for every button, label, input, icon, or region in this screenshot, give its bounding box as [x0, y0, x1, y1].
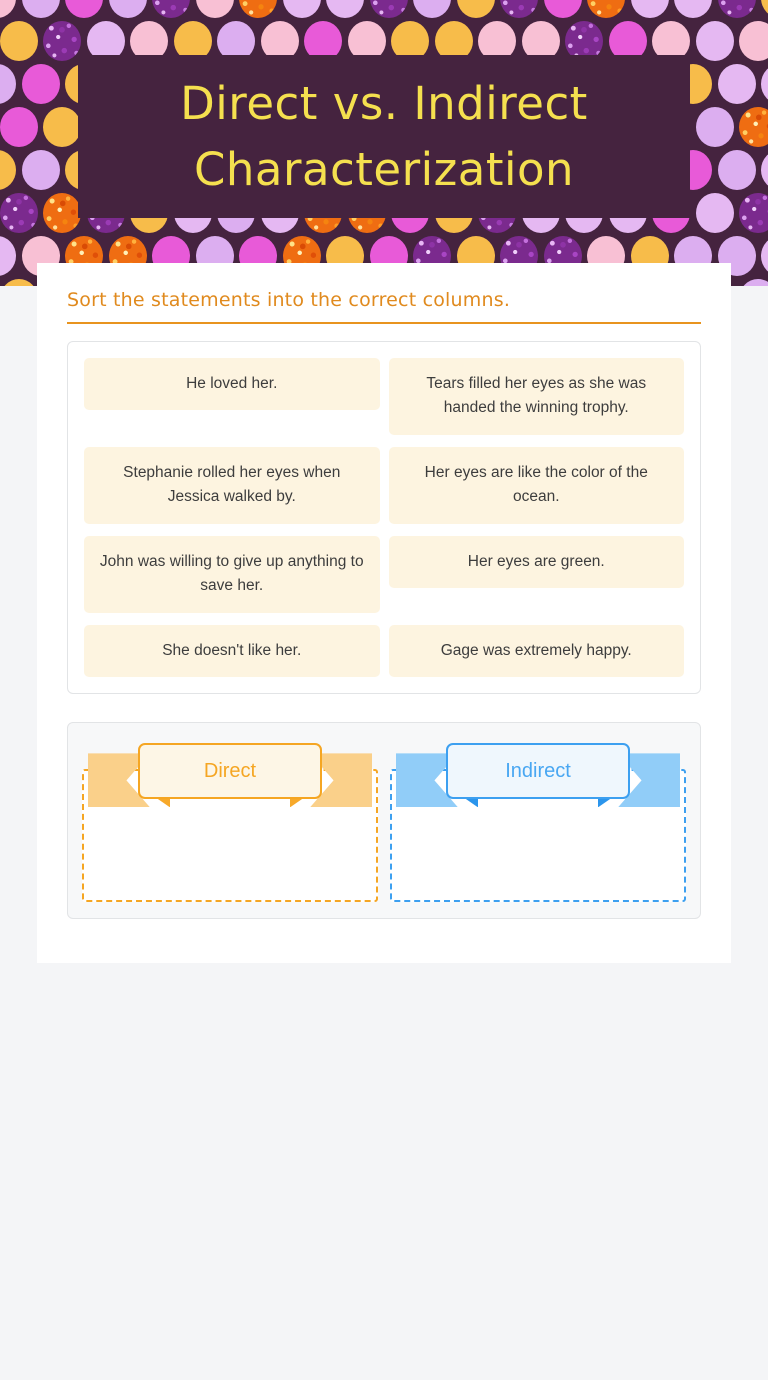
dropzone-header-direct: Direct: [138, 743, 322, 800]
pattern-dot: [761, 150, 768, 190]
pattern-dot: [0, 107, 38, 147]
instruction-divider: [67, 322, 701, 324]
page-title-line-1: Direct vs. Indirect: [180, 77, 588, 131]
worksheet-content-panel: Sort the statements into the correct col…: [37, 263, 731, 963]
pattern-dot: [630, 0, 669, 18]
pattern-dot: [739, 107, 768, 147]
page-title-line-2: Characterization: [193, 142, 575, 196]
pattern-dot: [21, 64, 60, 104]
statements-grid: He loved her. Tears filled her eyes as sh…: [84, 358, 684, 678]
dropzone-direct[interactable]: Direct: [82, 737, 378, 903]
statement-card[interactable]: Gage was extremely happy.: [388, 624, 684, 678]
dropzone-label: Indirect: [505, 759, 571, 782]
statement-card[interactable]: Tears filled her eyes as she was handed …: [388, 358, 684, 435]
instruction-text: Sort the statements into the correct col…: [67, 289, 511, 311]
pattern-dot: [0, 236, 16, 276]
pattern-dot: [43, 107, 82, 147]
dropzone-header-indirect: Indirect: [446, 743, 630, 800]
pattern-dot: [21, 150, 60, 190]
header-banner: Direct vs. Indirect Characterization: [0, 0, 768, 286]
pattern-dot: [717, 150, 756, 190]
pattern-dot: [500, 0, 538, 18]
pattern-dot: [0, 64, 16, 104]
pattern-dot: [65, 0, 103, 18]
pattern-dot: [108, 0, 147, 18]
pattern-dot: [587, 0, 625, 18]
pattern-dot: [695, 21, 734, 61]
pattern-dot: [239, 0, 277, 18]
pattern-dot: [282, 0, 321, 18]
pattern-dot: [21, 0, 60, 18]
pattern-dot: [761, 0, 768, 18]
page-title: Direct vs. Indirect Characterization: [180, 71, 588, 202]
pattern-dot: [326, 0, 364, 18]
dropzone-panel: Direct Indirect: [67, 722, 701, 920]
pattern-dot: [739, 279, 768, 286]
pattern-dot: [543, 0, 582, 18]
pattern-dot: [43, 21, 82, 61]
header-title-plate: Direct vs. Indirect Characterization: [78, 55, 690, 218]
pattern-dot: [0, 279, 38, 286]
pattern-dot: [717, 64, 756, 104]
pattern-dot: [695, 193, 734, 233]
statement-card[interactable]: Her eyes are like the color of the ocean…: [388, 446, 684, 524]
pattern-dot: [761, 236, 768, 276]
pattern-dot: [0, 21, 38, 61]
pattern-dot: [695, 107, 734, 147]
pattern-dot: [739, 21, 768, 61]
statement-card[interactable]: Her eyes are green.: [388, 535, 684, 589]
statement-card[interactable]: He loved her.: [84, 358, 380, 411]
pattern-dot: [195, 0, 234, 18]
pattern-dot: [0, 0, 16, 18]
pattern-dot: [717, 0, 756, 18]
statement-card[interactable]: Stephanie rolled her eyes when Jessica w…: [84, 446, 380, 524]
pattern-dot: [761, 64, 768, 104]
pattern-dot: [43, 193, 82, 233]
pattern-dot: [369, 0, 408, 18]
pattern-dot: [0, 193, 38, 233]
pattern-dot: [0, 150, 16, 190]
dropzone-label: Direct: [203, 759, 257, 782]
statements-container: He loved her. Tears filled her eyes as sh…: [67, 341, 701, 695]
pattern-dot: [674, 0, 712, 18]
statement-card[interactable]: She doesn't like her.: [84, 624, 380, 678]
pattern-dot: [739, 193, 768, 233]
pattern-dot: [456, 0, 495, 18]
statement-card[interactable]: John was willing to give up anything to …: [84, 535, 380, 613]
pattern-dot: [413, 0, 451, 18]
dropzone-indirect[interactable]: Indirect: [390, 737, 686, 903]
instruction-block: Sort the statements into the correct col…: [37, 263, 731, 324]
pattern-dot: [152, 0, 190, 18]
